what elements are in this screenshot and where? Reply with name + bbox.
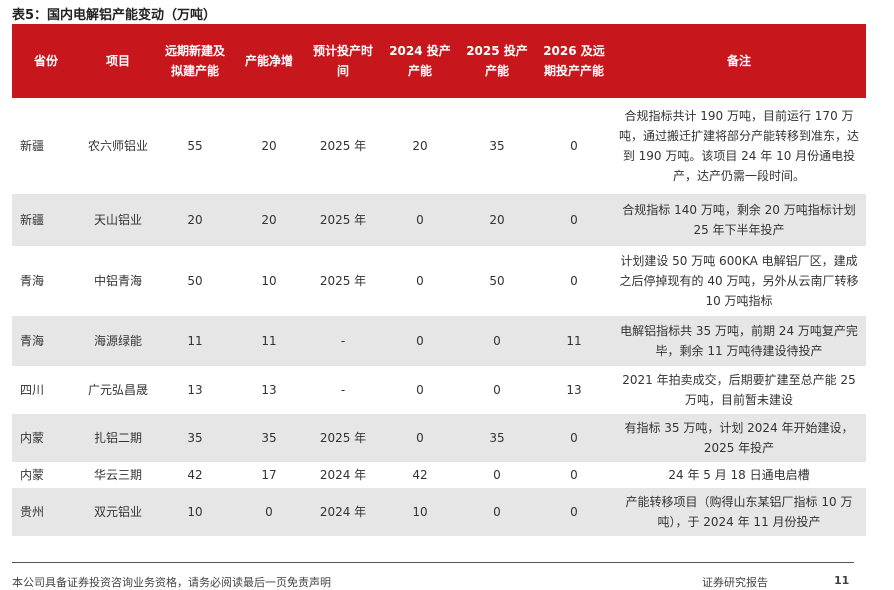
- cell-2024-capacity: 0: [416, 274, 424, 288]
- header-province: 省份: [12, 24, 80, 98]
- cell-net-increase: 17: [261, 468, 277, 482]
- cell-net-increase: 0: [234, 488, 304, 536]
- cell-2025-capacity: 50: [489, 274, 505, 288]
- header-2024-capacity: 2024 投产产能: [382, 24, 458, 98]
- cell-project: 广元弘昌晟: [87, 383, 148, 397]
- cell-remarks: 产能转移项目（购得山东某铝厂指标 10 万吨），于 2024 年 11 月份投产: [612, 488, 866, 536]
- table-row: 贵州 双元铝业 10 0 2024 年 10 0 0 产能转移项目（购得山东某铝…: [12, 488, 866, 536]
- table-row: 四川 广元弘昌晟 13 13 - 0 0 13 2021 年拍卖成交，后期要扩建…: [12, 366, 866, 414]
- cell-expected-time: 2025 年: [304, 194, 382, 246]
- cell-remarks: 2021 年拍卖成交，后期要扩建至总产能 25 万吨，目前暂未建设: [622, 373, 856, 407]
- cell-remarks: 有指标 35 万吨，计划 2024 年开始建设，2025 年投产: [612, 414, 866, 462]
- header-remarks: 备注: [612, 24, 866, 98]
- header-2026-capacity: 2026 及远期投产产能: [536, 24, 612, 98]
- cell-province: 内蒙: [20, 468, 45, 482]
- cell-project: 农六师铝业: [87, 139, 148, 153]
- cell-2024-capacity: 42: [412, 468, 428, 482]
- cell-2024-capacity: 10: [382, 488, 458, 536]
- cell-project: 扎铝二期: [80, 414, 156, 462]
- cell-project: 中铝青海: [93, 274, 142, 288]
- cell-net-increase: 35: [234, 414, 304, 462]
- cell-expected-time: -: [340, 383, 346, 397]
- cell-planned-capacity: 35: [156, 414, 234, 462]
- cell-province: 内蒙: [12, 414, 80, 462]
- cell-province: 新疆: [12, 194, 80, 246]
- cell-planned-capacity: 10: [156, 488, 234, 536]
- cell-2026-capacity: 0: [536, 414, 612, 462]
- cell-project: 双元铝业: [80, 488, 156, 536]
- cell-province: 新疆: [20, 139, 45, 153]
- cell-province: 青海: [12, 316, 80, 366]
- cell-remarks: 24 年 5 月 18 日通电启槽: [668, 468, 810, 482]
- cell-remarks: 合规指标共计 190 万吨，目前运行 170 万吨，通过搬迁扩建将部分产能转移到…: [618, 109, 859, 183]
- cell-2026-capacity: 11: [536, 316, 612, 366]
- cell-2026-capacity: 13: [566, 383, 582, 397]
- cell-2024-capacity: 0: [382, 316, 458, 366]
- footer-divider: [12, 562, 854, 563]
- cell-2026-capacity: 0: [536, 194, 612, 246]
- cell-2024-capacity: 0: [382, 414, 458, 462]
- cell-expected-time: 2025 年: [304, 414, 382, 462]
- header-planned-capacity: 远期新建及拟建产能: [156, 24, 234, 98]
- cell-2026-capacity: 0: [570, 139, 578, 153]
- cell-2024-capacity: 20: [412, 139, 428, 153]
- cell-planned-capacity: 13: [187, 383, 203, 397]
- cell-2025-capacity: 0: [458, 316, 536, 366]
- footer-disclaimer: 本公司具备证券投资咨询业务资格，请务必阅读最后一页免责声明: [12, 576, 331, 589]
- cell-planned-capacity: 50: [187, 274, 203, 288]
- cell-expected-time: 2024 年: [304, 488, 382, 536]
- cell-net-increase: 11: [234, 316, 304, 366]
- table-row: 内蒙 华云三期 42 17 2024 年 42 0 0 24 年 5 月 18 …: [12, 462, 866, 488]
- cell-planned-capacity: 55: [187, 139, 203, 153]
- cell-2025-capacity: 35: [458, 414, 536, 462]
- header-expected-time: 预计投产时间: [304, 24, 382, 98]
- table-title: 表5：国内电解铝产能变动（万吨）: [12, 8, 217, 23]
- cell-2024-capacity: 0: [382, 194, 458, 246]
- cell-planned-capacity: 42: [187, 468, 203, 482]
- cell-net-increase: 10: [261, 274, 277, 288]
- cell-net-increase: 13: [261, 383, 277, 397]
- cell-project: 华云三期: [93, 468, 142, 482]
- cell-planned-capacity: 11: [156, 316, 234, 366]
- cell-2024-capacity: 0: [416, 383, 424, 397]
- table-row: 内蒙 扎铝二期 35 35 2025 年 0 35 0 有指标 35 万吨，计划…: [12, 414, 866, 462]
- cell-expected-time: -: [304, 316, 382, 366]
- cell-remarks: 合规指标 140 万吨，剩余 20 万吨指标计划 25 年下半年投产: [612, 194, 866, 246]
- cell-remarks: 计划建设 50 万吨 600KA 电解铝厂区，建成之后停掉现有的 40 万吨，另…: [619, 254, 859, 308]
- header-net-increase: 产能净增: [234, 24, 304, 98]
- cell-expected-time: 2025 年: [319, 139, 367, 153]
- cell-expected-time: 2025 年: [319, 274, 367, 288]
- cell-2025-capacity: 0: [493, 383, 501, 397]
- cell-2025-capacity: 20: [458, 194, 536, 246]
- page-number: 11: [834, 574, 850, 587]
- cell-2026-capacity: 0: [536, 488, 612, 536]
- footer-report-type: 证券研究报告: [702, 576, 768, 589]
- cell-province: 贵州: [12, 488, 80, 536]
- table-row: 新疆 农六师铝业 55 20 2025 年 20 35 0 合规指标共计 190…: [12, 98, 866, 194]
- cell-2026-capacity: 0: [570, 274, 578, 288]
- table-row: 青海 中铝青海 50 10 2025 年 0 50 0 计划建设 50 万吨 6…: [12, 246, 866, 316]
- header-2025-capacity: 2025 投产产能: [458, 24, 536, 98]
- cell-project: 海源绿能: [80, 316, 156, 366]
- cell-2025-capacity: 0: [458, 488, 536, 536]
- cell-net-increase: 20: [234, 194, 304, 246]
- table-row: 青海 海源绿能 11 11 - 0 0 11 电解铝指标共 35 万吨，前期 2…: [12, 316, 866, 366]
- cell-2026-capacity: 0: [570, 468, 578, 482]
- capacity-table: 省份 项目 远期新建及拟建产能 产能净增 预计投产时间 2024 投产产能 20…: [12, 24, 866, 536]
- cell-remarks: 电解铝指标共 35 万吨，前期 24 万吨复产完毕，剩余 11 万吨待建设待投产: [612, 316, 866, 366]
- table-header-row: 省份 项目 远期新建及拟建产能 产能净增 预计投产时间 2024 投产产能 20…: [12, 24, 866, 98]
- cell-2025-capacity: 35: [489, 139, 505, 153]
- cell-2025-capacity: 0: [493, 468, 501, 482]
- cell-project: 天山铝业: [80, 194, 156, 246]
- cell-net-increase: 20: [261, 139, 277, 153]
- cell-expected-time: 2024 年: [319, 468, 367, 482]
- header-project: 项目: [80, 24, 156, 98]
- cell-province: 四川: [20, 383, 45, 397]
- cell-province: 青海: [20, 274, 45, 288]
- cell-planned-capacity: 20: [156, 194, 234, 246]
- table-row: 新疆 天山铝业 20 20 2025 年 0 20 0 合规指标 140 万吨，…: [12, 194, 866, 246]
